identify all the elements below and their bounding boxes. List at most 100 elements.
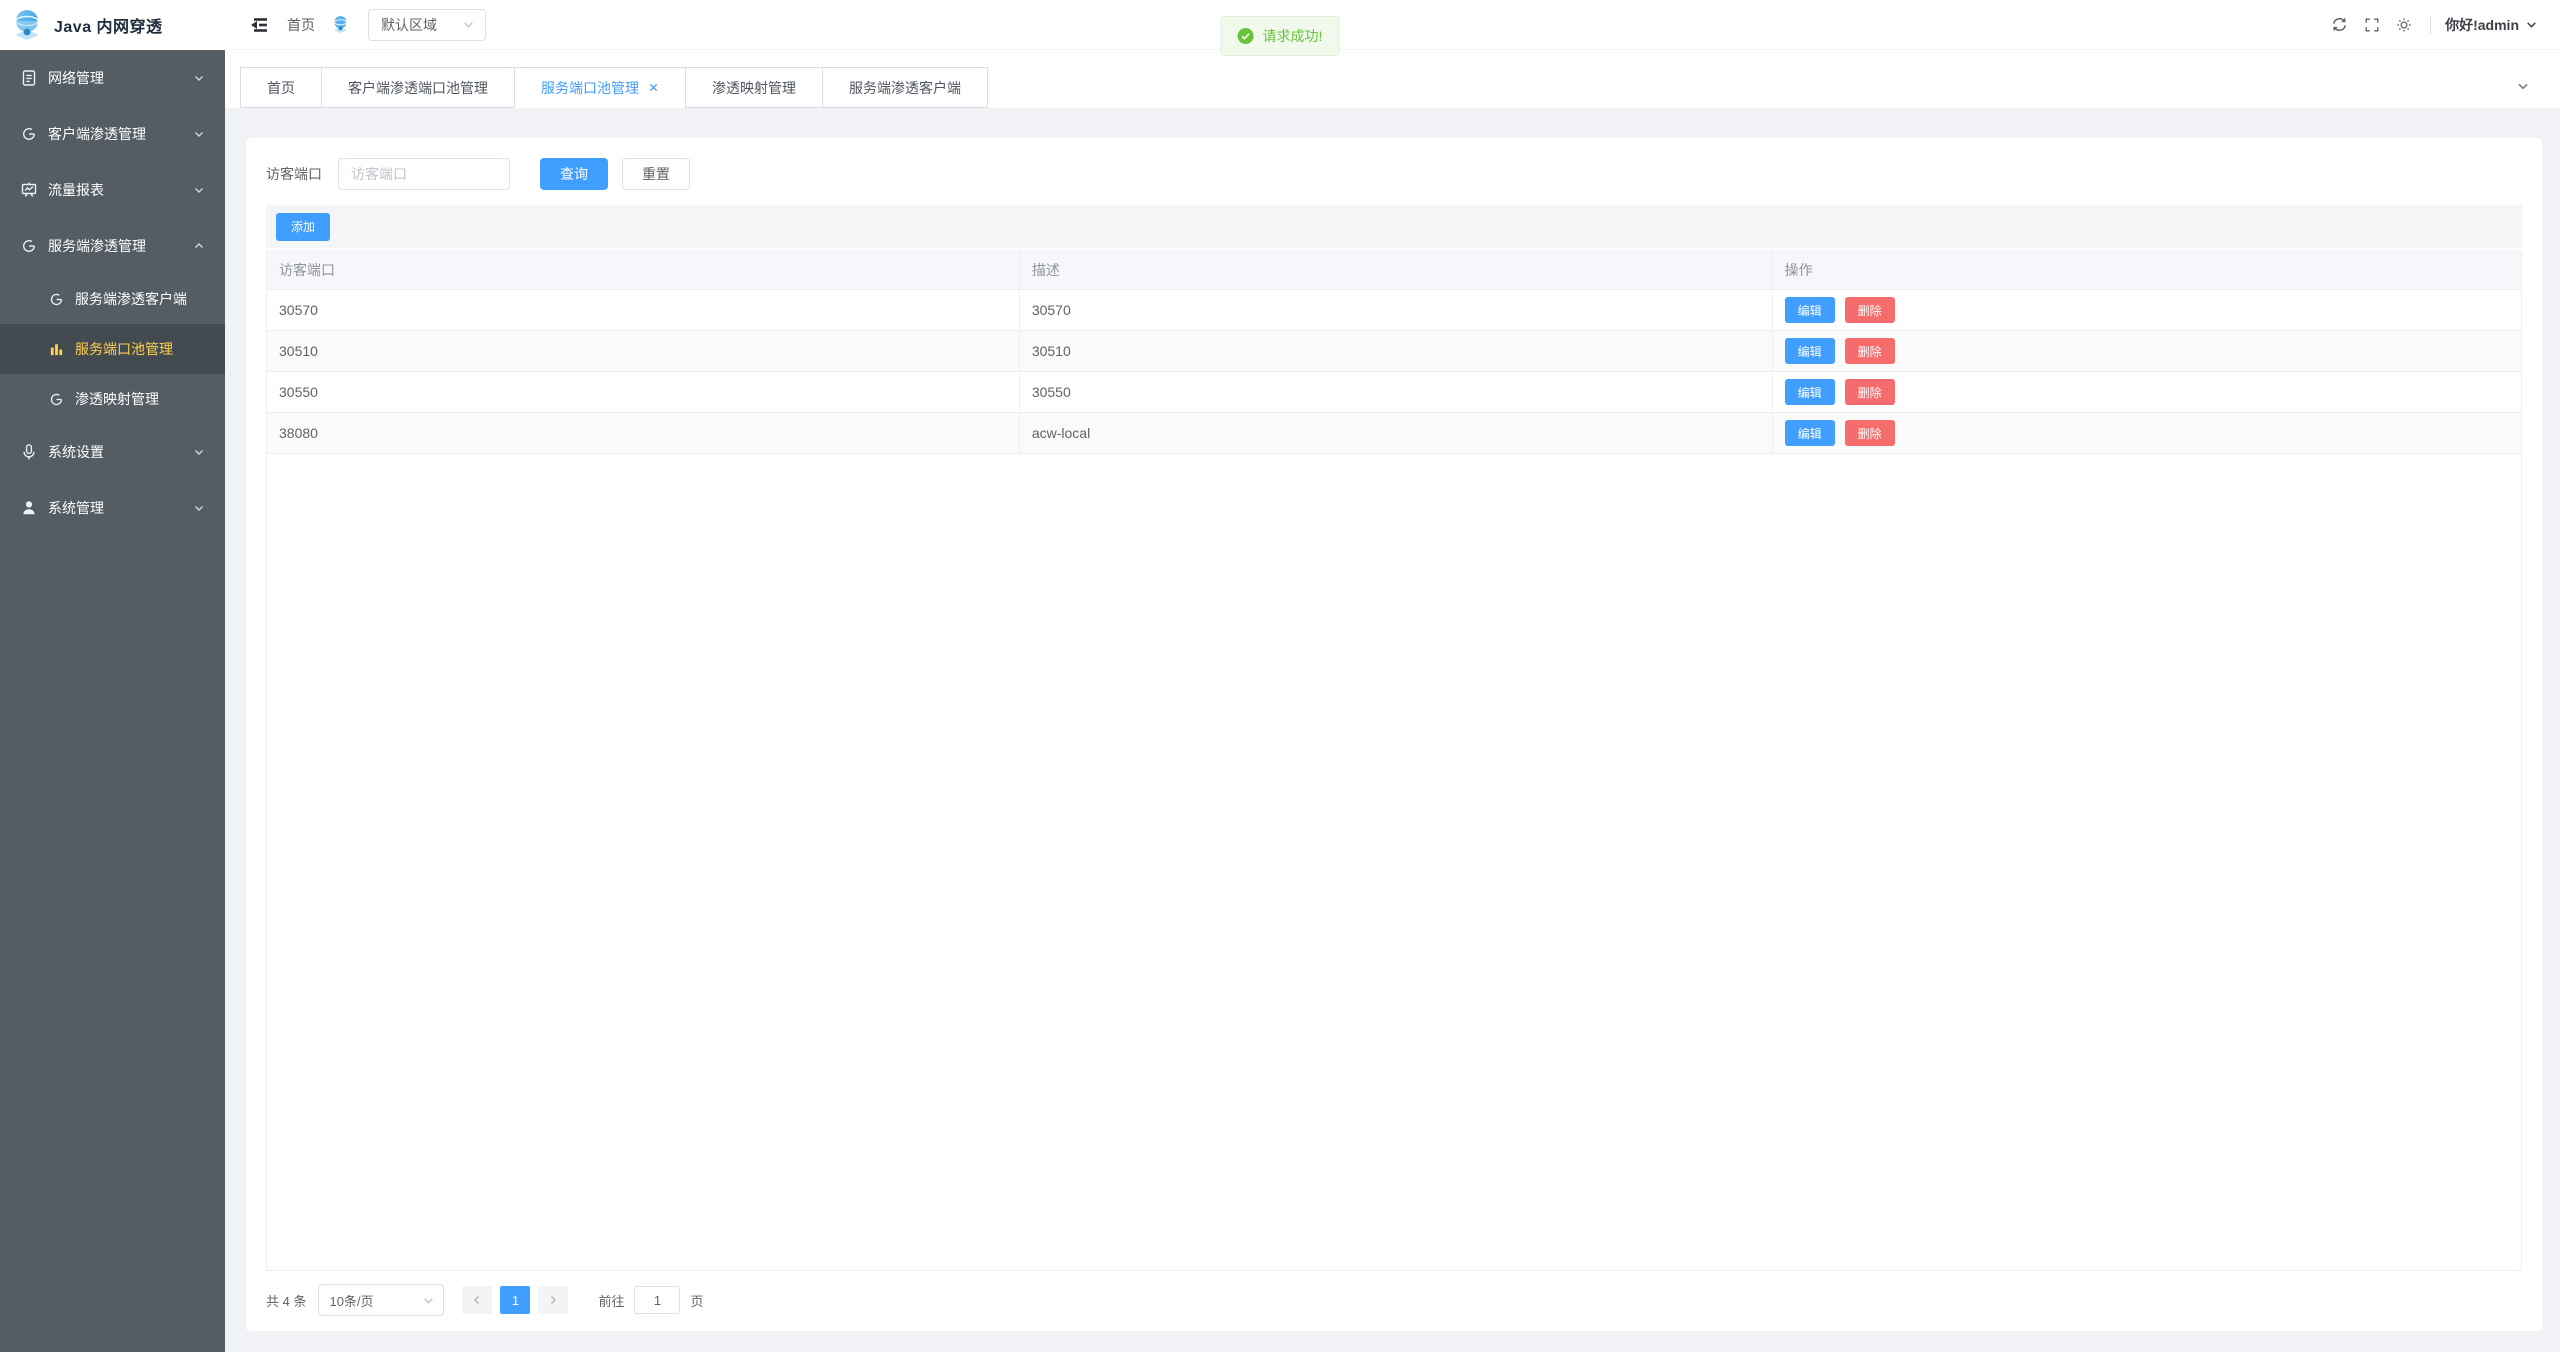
tab-actions-dropdown-icon[interactable] bbox=[2516, 79, 2530, 93]
sidebar-item-client-penetration[interactable]: 客户端渗透管理 bbox=[0, 106, 225, 162]
pagination-total: 共 4 条 bbox=[266, 1291, 306, 1310]
chevron-right-icon bbox=[547, 1294, 559, 1306]
prev-page-button[interactable] bbox=[462, 1286, 492, 1314]
search-field-label: 访客端口 bbox=[266, 164, 322, 184]
sidebar-item-server-penetration-client[interactable]: 服务端渗透客户端 bbox=[0, 274, 225, 324]
fullscreen-icon[interactable] bbox=[2364, 17, 2380, 33]
chevron-down-icon bbox=[462, 18, 475, 31]
sidebar: Java 内网穿透 网络管理 客户端渗透管理 流量报表 服务端渗透管理 服务端渗… bbox=[0, 0, 225, 1352]
page-size-value: 10条/页 bbox=[329, 1291, 422, 1310]
cell-actions: 编辑 删除 bbox=[1773, 290, 2521, 331]
sidebar-item-label: 系统管理 bbox=[48, 498, 193, 518]
edit-button[interactable]: 编辑 bbox=[1785, 379, 1835, 405]
pagination: 共 4 条 10条/页 1 前往 页 bbox=[266, 1284, 2522, 1316]
region-select-value: 默认区域 bbox=[381, 15, 462, 35]
chevron-down-icon bbox=[193, 502, 205, 514]
query-button[interactable]: 查询 bbox=[540, 158, 608, 190]
link-icon bbox=[48, 391, 65, 408]
cell-desc: 30550 bbox=[1020, 372, 1773, 413]
tab-penetration-mapping[interactable]: 渗透映射管理 bbox=[685, 67, 823, 108]
chevron-down-icon bbox=[193, 128, 205, 140]
chevron-up-icon bbox=[193, 240, 205, 252]
chevron-left-icon bbox=[471, 1294, 483, 1306]
sidebar-item-label: 流量报表 bbox=[48, 180, 193, 200]
user-menu[interactable]: 你好!admin bbox=[2445, 15, 2538, 35]
sidebar-item-network-management[interactable]: 网络管理 bbox=[0, 50, 225, 106]
app-title: Java 内网穿透 bbox=[54, 13, 163, 37]
sidebar-item-server-penetration[interactable]: 服务端渗透管理 bbox=[0, 218, 225, 274]
cell-port: 30550 bbox=[267, 372, 1020, 413]
search-input[interactable] bbox=[338, 158, 510, 190]
cell-desc: acw-local bbox=[1020, 413, 1773, 454]
bar-chart-icon bbox=[48, 341, 65, 358]
tab-home[interactable]: 首页 bbox=[240, 67, 322, 108]
top-header: 首页 默认区域 你好!admin bbox=[225, 0, 2560, 50]
reset-button[interactable]: 重置 bbox=[622, 158, 690, 190]
breadcrumb[interactable]: 首页 bbox=[287, 15, 315, 35]
goto-page-input[interactable] bbox=[634, 1286, 680, 1314]
sidebar-item-label: 服务端渗透管理 bbox=[48, 236, 193, 256]
tab-label: 客户端渗透端口池管理 bbox=[348, 78, 488, 98]
close-icon[interactable] bbox=[648, 82, 659, 93]
refresh-icon[interactable] bbox=[2331, 16, 2348, 33]
column-header-port: 访客端口 bbox=[267, 250, 1020, 290]
table-row: 30570 30570 编辑 删除 bbox=[267, 290, 2521, 331]
cell-actions: 编辑 删除 bbox=[1773, 331, 2521, 372]
search-form: 访客端口 查询 重置 bbox=[266, 158, 2522, 190]
edit-button[interactable]: 编辑 bbox=[1785, 338, 1835, 364]
link-icon bbox=[48, 291, 65, 308]
add-button[interactable]: 添加 bbox=[276, 213, 330, 241]
toast-message: 请求成功! bbox=[1263, 26, 1323, 46]
sidebar-item-server-port-pool[interactable]: 服务端口池管理 bbox=[0, 324, 225, 374]
brand-mini-icon bbox=[331, 15, 350, 34]
chevron-down-icon bbox=[422, 1294, 435, 1307]
delete-button[interactable]: 删除 bbox=[1845, 297, 1895, 323]
sidebar-item-system-settings[interactable]: 系统设置 bbox=[0, 424, 225, 480]
page-number-current[interactable]: 1 bbox=[500, 1286, 530, 1314]
next-page-button[interactable] bbox=[538, 1286, 568, 1314]
app-logo-icon bbox=[10, 8, 44, 42]
sidebar-item-label: 服务端渗透客户端 bbox=[75, 289, 187, 309]
tab-server-port-pool[interactable]: 服务端口池管理 bbox=[514, 67, 686, 108]
delete-button[interactable]: 删除 bbox=[1845, 338, 1895, 364]
edit-button[interactable]: 编辑 bbox=[1785, 420, 1835, 446]
content-card: 访客端口 查询 重置 添加 访客端口 描述 操作 30570 30570 编辑 … bbox=[246, 138, 2542, 1331]
column-header-desc: 描述 bbox=[1020, 250, 1773, 290]
success-toast: 请求成功! bbox=[1221, 16, 1340, 56]
region-select[interactable]: 默认区域 bbox=[368, 9, 486, 41]
tab-client-port-pool[interactable]: 客户端渗透端口池管理 bbox=[321, 67, 515, 108]
chevron-down-icon bbox=[193, 72, 205, 84]
tab-label: 首页 bbox=[267, 78, 295, 98]
header-divider bbox=[2430, 16, 2431, 34]
sidebar-menu: 网络管理 客户端渗透管理 流量报表 服务端渗透管理 服务端渗透客户端 服务端口池… bbox=[0, 50, 225, 536]
chevron-down-icon bbox=[193, 446, 205, 458]
sidebar-item-penetration-mapping[interactable]: 渗透映射管理 bbox=[0, 374, 225, 424]
success-check-icon bbox=[1238, 28, 1254, 44]
cell-port: 30570 bbox=[267, 290, 1020, 331]
board-chart-icon bbox=[20, 181, 38, 199]
edit-button[interactable]: 编辑 bbox=[1785, 297, 1835, 323]
chevron-down-icon bbox=[2525, 18, 2538, 31]
sidebar-fold-icon[interactable] bbox=[249, 15, 269, 35]
delete-button[interactable]: 删除 bbox=[1845, 420, 1895, 446]
theme-settings-icon[interactable] bbox=[2396, 17, 2412, 33]
page-size-select[interactable]: 10条/页 bbox=[318, 1284, 444, 1316]
sidebar-item-system-management[interactable]: 系统管理 bbox=[0, 480, 225, 536]
table-header-row: 访客端口 描述 操作 bbox=[267, 250, 2521, 290]
table-row: 30510 30510 编辑 删除 bbox=[267, 331, 2521, 372]
cell-desc: 30570 bbox=[1020, 290, 1773, 331]
sidebar-item-traffic-report[interactable]: 流量报表 bbox=[0, 162, 225, 218]
user-icon bbox=[20, 499, 38, 517]
delete-button[interactable]: 删除 bbox=[1845, 379, 1895, 405]
chevron-down-icon bbox=[193, 184, 205, 196]
tab-label: 服务端口池管理 bbox=[541, 78, 639, 98]
table-row: 38080 acw-local 编辑 删除 bbox=[267, 413, 2521, 454]
tab-label: 服务端渗透客户端 bbox=[849, 78, 961, 98]
cell-actions: 编辑 删除 bbox=[1773, 372, 2521, 413]
goto-label: 前往 bbox=[598, 1291, 624, 1310]
tab-server-penetration-client[interactable]: 服务端渗透客户端 bbox=[822, 67, 988, 108]
sidebar-item-label: 系统设置 bbox=[48, 442, 193, 462]
cell-port: 30510 bbox=[267, 331, 1020, 372]
cell-port: 38080 bbox=[267, 413, 1020, 454]
sidebar-item-label: 渗透映射管理 bbox=[75, 389, 159, 409]
